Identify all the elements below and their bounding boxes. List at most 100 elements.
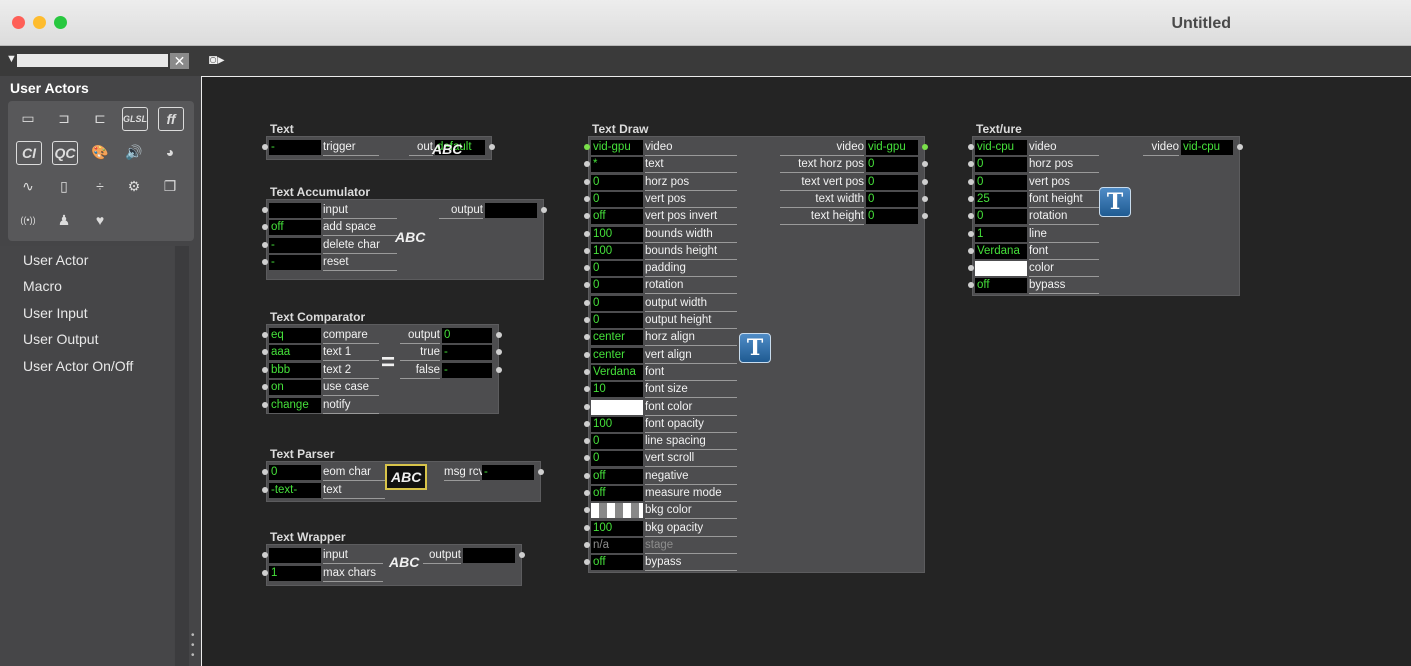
port-value[interactable]: 100 <box>591 416 643 432</box>
sidebar-item-user-actor-on-off[interactable]: User Actor On/Off <box>23 358 133 374</box>
input-port-horz-pos[interactable]: 0 horz pos <box>584 174 743 191</box>
input-port-text-2[interactable]: bbb text 2 <box>262 362 385 379</box>
port-dot[interactable] <box>968 195 974 202</box>
minimize-window-button[interactable] <box>33 16 46 29</box>
port-dot[interactable] <box>584 195 590 202</box>
input-port-output-height[interactable]: 0 output height <box>584 313 743 329</box>
port-value[interactable]: vid-gpu <box>866 140 918 155</box>
port-value[interactable]: - <box>442 362 492 378</box>
mouse-icon[interactable]: ▯ <box>52 175 76 197</box>
port-value[interactable]: * <box>591 157 643 173</box>
port-dot[interactable] <box>519 552 525 558</box>
input-port-negative[interactable]: off negative <box>584 468 743 485</box>
port-value[interactable]: 0 <box>866 209 918 225</box>
clear-search-icon[interactable]: ✕ <box>170 53 189 69</box>
port-value[interactable]: 25 <box>975 191 1027 207</box>
port-dot[interactable] <box>584 230 590 237</box>
actor-text-accumulator[interactable]: Text Accumulator input off add space - delete… <box>262 185 547 280</box>
port-value[interactable]: - <box>482 465 534 480</box>
output-port-output[interactable]: output <box>439 203 547 219</box>
port-dot[interactable] <box>584 490 590 496</box>
port-dot[interactable] <box>262 224 268 231</box>
port-dot[interactable] <box>922 195 928 202</box>
zoom-window-button[interactable] <box>54 16 67 29</box>
actor-text-comparator[interactable]: Text Comparator eq compare aaa text 1 bbb text… <box>262 310 502 414</box>
output-port-false[interactable]: false - <box>400 362 502 379</box>
input-port-font-opacity[interactable]: 100 font opacity <box>584 416 743 433</box>
port-dot[interactable] <box>584 247 590 254</box>
port-dot[interactable] <box>262 144 268 150</box>
input-port-horz-align[interactable]: center horz align <box>584 330 743 347</box>
port-value[interactable]: 0 <box>866 157 918 173</box>
input-port-padding[interactable]: 0 padding <box>584 261 743 278</box>
input-port-rotation[interactable]: 0 rotation <box>584 278 743 295</box>
input-port-measure-mode[interactable]: off measure mode <box>584 486 743 502</box>
input-port-vert-align[interactable]: center vert align <box>584 347 743 364</box>
port-value[interactable]: 0 <box>975 209 1027 225</box>
divide-icon[interactable]: ÷ <box>88 175 112 197</box>
port-value[interactable]: off <box>591 486 643 501</box>
sidebar-scrollbar[interactable] <box>175 246 189 666</box>
sidebar-item-user-output[interactable]: User Output <box>23 331 98 347</box>
input-port-use-case[interactable]: on use case <box>262 380 385 397</box>
input-port-video[interactable]: vid-cpu video <box>968 140 1105 156</box>
input-port-vert-pos-invert[interactable]: off vert pos invert <box>584 209 743 226</box>
port-dot[interactable] <box>922 213 928 220</box>
port-value[interactable]: off <box>591 209 643 225</box>
input-port-font-color[interactable]: font color <box>584 399 743 416</box>
speaker-icon[interactable]: 🔊 <box>122 141 146 163</box>
palette-icon[interactable]: 🎨 <box>88 141 112 163</box>
port-value[interactable]: 0 <box>591 174 643 190</box>
input-port-delete-char[interactable]: - delete char <box>262 237 403 254</box>
port-dot[interactable] <box>262 552 268 558</box>
port-value[interactable]: 1 <box>269 565 321 581</box>
port-dot[interactable] <box>584 144 590 150</box>
port-dot[interactable] <box>584 213 590 220</box>
input-port-line[interactable]: 1 line <box>968 226 1105 243</box>
qc-icon[interactable]: QC <box>52 141 78 165</box>
port-value[interactable]: 0 <box>866 174 918 190</box>
port-dot[interactable] <box>262 207 268 213</box>
person-icon[interactable]: ♟ <box>52 209 76 231</box>
input-port-font[interactable]: Verdana font <box>584 364 743 381</box>
input-port-stage[interactable]: n/a stage <box>584 537 743 554</box>
port-dot[interactable] <box>584 317 590 323</box>
input-port-bypass[interactable]: off bypass <box>584 555 743 572</box>
port-dot[interactable] <box>968 178 974 185</box>
input-port-line-spacing[interactable]: 0 line spacing <box>584 434 743 451</box>
port-dot[interactable] <box>262 259 268 266</box>
port-dot[interactable] <box>584 368 590 375</box>
input-port-vert-scroll[interactable]: 0 vert scroll <box>584 451 743 468</box>
camera-icon[interactable]: ◙▸ <box>209 51 224 68</box>
input-port-font[interactable]: Verdana font <box>968 243 1105 260</box>
port-value[interactable]: 0 <box>442 328 492 343</box>
port-dot[interactable] <box>968 213 974 220</box>
input-port-font-size[interactable]: 10 font size <box>584 382 743 399</box>
antenna-icon[interactable]: ((•)) <box>16 209 40 231</box>
port-value[interactable]: off <box>975 278 1027 294</box>
input-port-horz-pos[interactable]: 0 horz pos <box>968 157 1105 174</box>
input-port-input[interactable]: input <box>262 548 389 564</box>
output-port-output[interactable]: output <box>423 548 525 564</box>
port-dot[interactable] <box>262 569 268 576</box>
sidebar-item-user-actor[interactable]: User Actor <box>23 252 88 268</box>
port-dot[interactable] <box>584 282 590 289</box>
port-dot[interactable] <box>496 366 502 373</box>
port-dot[interactable] <box>584 472 590 479</box>
port-dot[interactable] <box>922 144 928 150</box>
port-dot[interactable] <box>541 207 547 213</box>
port-dot[interactable] <box>262 401 268 408</box>
input-port-trigger[interactable]: - trigger <box>262 140 385 156</box>
input-port-notify[interactable]: change notify <box>262 397 385 414</box>
port-value[interactable]: - <box>269 237 321 253</box>
input-port-text[interactable]: -text-text <box>262 482 391 499</box>
port-dot[interactable] <box>1237 144 1243 150</box>
port-value[interactable]: center <box>591 330 643 346</box>
port-value[interactable]: 0 <box>591 295 643 311</box>
actor-text-wrapper[interactable]: Text Wrapper input 1 max chars output ABC <box>262 530 525 586</box>
port-value[interactable] <box>485 203 537 218</box>
input-port-input[interactable]: input <box>262 203 403 219</box>
output-port-video[interactable]: video vid-cpu <box>1143 140 1243 156</box>
input-port-max-chars[interactable]: 1 max chars <box>262 565 389 582</box>
gear-icon[interactable]: ⚙ <box>122 175 146 197</box>
